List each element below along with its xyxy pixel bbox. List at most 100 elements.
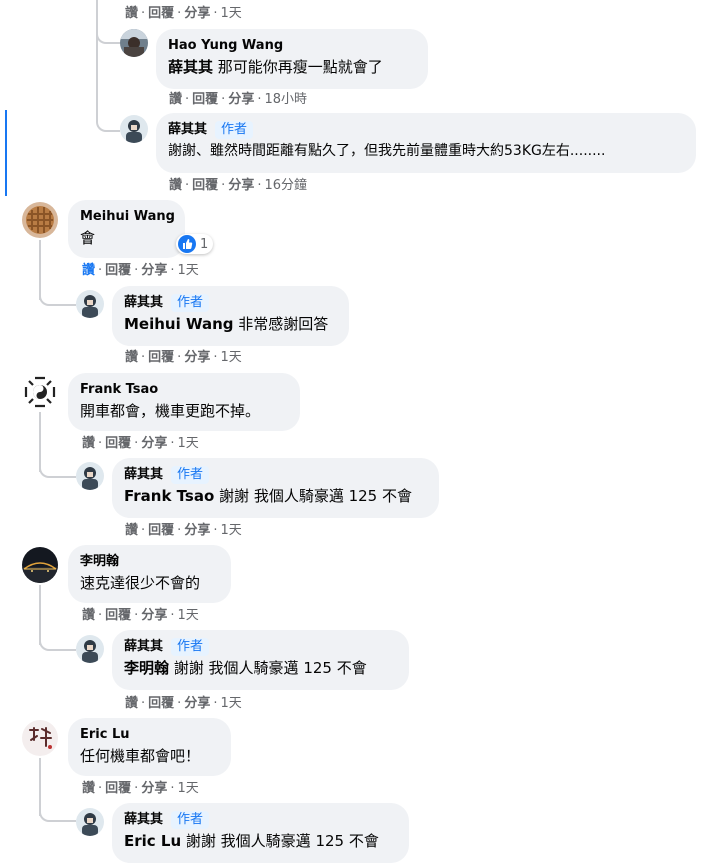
comment-actions: 讚 · 回覆 · 分享 · 18小時 [169,92,308,107]
like-button[interactable]: 讚 [82,436,95,451]
commenter-name[interactable]: Meihui Wang [80,209,175,225]
timestamp[interactable]: 1天 [220,696,241,711]
reaction-summary[interactable]: 1 [176,234,214,254]
reply-button[interactable]: 回覆 [148,6,174,21]
share-button[interactable]: 分享 [184,6,210,21]
comment-text: 謝謝 我個人騎豪邁 125 不會 [214,487,412,505]
avatar[interactable] [76,635,104,663]
comment-text: 開車都會，機車更跑不掉。 [80,402,261,420]
avatar-photo-icon [76,290,104,318]
commenter-name[interactable]: 薛其其 [124,639,163,655]
comment-bubble: Hao Yung Wang 薛其其 那可能你再瘦一點就會了 [156,29,428,89]
reply-connector [96,108,120,132]
mention-link[interactable]: Frank Tsao [124,487,214,505]
timestamp[interactable]: 1天 [177,263,198,278]
like-button[interactable]: 讚 [82,608,95,623]
timestamp[interactable]: 18小時 [264,92,307,107]
reply-connector [39,798,76,822]
mention-link[interactable]: Eric Lu [124,832,181,850]
reply-connector [39,282,76,306]
avatar[interactable] [76,290,104,318]
author-badge: 作者 [171,638,210,656]
reply-button[interactable]: 回覆 [105,781,131,796]
share-button[interactable]: 分享 [141,263,167,278]
reply-button[interactable]: 回覆 [148,696,174,711]
avatar[interactable] [120,115,148,143]
avatar[interactable] [120,29,148,57]
comment-text: 速克達很少不會的 [80,574,201,592]
commenter-name[interactable]: Frank Tsao [80,382,158,398]
like-button[interactable]: 讚 [82,781,95,796]
share-button[interactable]: 分享 [228,178,254,193]
comment-actions: 讚 · 回覆 · 分享 · 1天 [125,6,242,21]
avatar-photo-icon [76,635,104,663]
mention-link[interactable]: 薛其其 [168,58,213,76]
like-button[interactable]: 讚 [125,350,138,365]
comment-actions: 讚 · 回覆 · 分享 · 1天 [82,608,199,623]
reply-button[interactable]: 回覆 [192,178,218,193]
share-button[interactable]: 分享 [228,92,254,107]
timestamp[interactable]: 1天 [177,781,198,796]
mention-link[interactable]: 李明翰 [124,659,169,677]
timestamp[interactable]: 1天 [177,608,198,623]
like-button[interactable]: 讚 [82,263,95,278]
avatar[interactable] [22,202,58,238]
reply-button[interactable]: 回覆 [105,608,131,623]
commenter-name[interactable]: 薛其其 [124,812,163,828]
reply-connector [39,454,76,478]
like-button[interactable]: 讚 [125,696,138,711]
like-button[interactable]: 讚 [125,6,138,21]
reply-button[interactable]: 回覆 [105,436,131,451]
avatar[interactable] [22,720,58,756]
comment-bubble: Eric Lu 任何機車都會吧！ [68,718,231,776]
share-button[interactable]: 分享 [184,523,210,538]
comment-actions: 讚 · 回覆 · 分享 · 1天 [82,436,199,451]
comment-bubble: 薛其其 作者 Eric Lu 謝謝 我個人騎豪邁 125 不會 [112,803,409,863]
reply-button[interactable]: 回覆 [148,350,174,365]
avatar[interactable] [76,808,104,836]
mention-link[interactable]: Meihui Wang [124,315,234,333]
commenter-name[interactable]: 薛其其 [124,467,163,483]
reply-connector [96,18,120,44]
reply-button[interactable]: 回覆 [192,92,218,107]
share-button[interactable]: 分享 [141,436,167,451]
reply-connector [39,627,76,651]
bagua-avatar-icon [22,374,58,410]
comment-bubble: 薛其其 作者 李明翰 謝謝 我個人騎豪邁 125 不會 [112,630,409,690]
reply-button[interactable]: 回覆 [148,523,174,538]
timestamp[interactable]: 16分鐘 [264,178,307,193]
timestamp[interactable]: 1天 [220,523,241,538]
reaction-count: 1 [200,236,209,252]
avatar-photo-icon [76,808,104,836]
timestamp[interactable]: 1天 [220,350,241,365]
avatar[interactable] [22,547,58,583]
share-button[interactable]: 分享 [141,608,167,623]
night-bridge-avatar-icon [22,547,58,583]
commenter-name[interactable]: 薛其其 [124,295,163,311]
calligraphy-avatar-icon [22,720,58,756]
reply-button[interactable]: 回覆 [105,263,131,278]
avatar[interactable] [22,374,58,410]
comment-text: 會 [80,229,96,247]
commenter-name[interactable]: Eric Lu [80,727,130,743]
comment-bubble: 李明翰 速克達很少不會的 [68,545,231,603]
share-button[interactable]: 分享 [184,350,210,365]
comment-actions: 讚 · 回覆 · 分享 · 1天 [125,523,242,538]
timestamp[interactable]: 1天 [220,6,241,21]
like-button[interactable]: 讚 [169,92,182,107]
comment-text: 那可能你再瘦一點就會了 [213,58,383,76]
comment-bubble: 薛其其 作者 Meihui Wang 非常感謝回答 [112,286,349,346]
timestamp[interactable]: 1天 [177,436,198,451]
comment-bubble: 薛其其 作者 Frank Tsao 謝謝 我個人騎豪邁 125 不會 [112,458,439,518]
like-button[interactable]: 讚 [125,523,138,538]
comment-actions: 讚 · 回覆 · 分享 · 16分鐘 [169,178,308,193]
avatar-photo-icon [76,462,104,490]
commenter-name[interactable]: 李明翰 [80,554,119,570]
like-button[interactable]: 讚 [169,178,182,193]
thumbs-up-icon [178,235,196,253]
commenter-name[interactable]: 薛其其 [168,122,207,138]
commenter-name[interactable]: Hao Yung Wang [168,38,283,54]
avatar[interactable] [76,462,104,490]
share-button[interactable]: 分享 [141,781,167,796]
share-button[interactable]: 分享 [184,696,210,711]
